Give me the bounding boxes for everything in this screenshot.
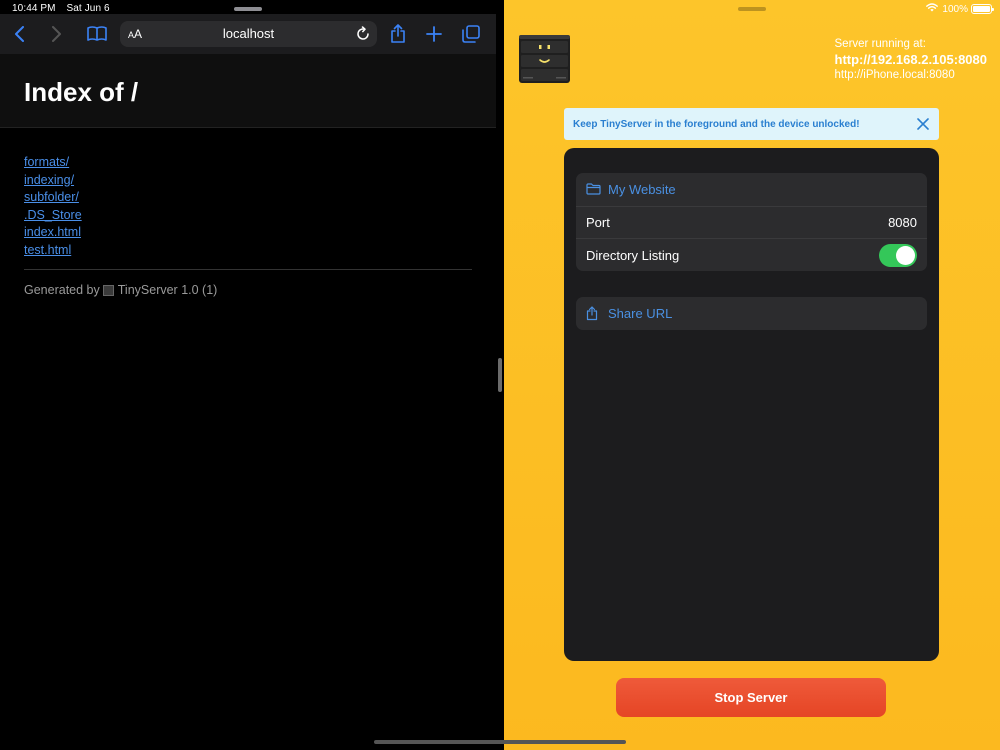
home-indicator (374, 740, 626, 744)
folder-icon (586, 182, 602, 196)
list-item: .DS_Store (24, 206, 82, 224)
status-bar-left: 10:44 PM Sat Jun 6 (12, 3, 110, 14)
list-item: subfolder/ (24, 188, 82, 206)
multitasking-grabber[interactable] (234, 7, 262, 11)
new-tab-icon[interactable] (422, 22, 446, 46)
list-item: indexing/ (24, 171, 82, 189)
battery-percent: 100% (942, 3, 968, 15)
server-info: Server running at: http://192.168.2.105:… (835, 38, 987, 81)
share-group: Share URL (576, 297, 927, 330)
footer-prefix: Generated by (24, 283, 100, 297)
safari-pane: 10:44 PM Sat Jun 6 AA localhost Index of… (0, 0, 496, 750)
primary-server-url: http://192.168.2.105:8080 (834, 52, 987, 67)
stop-server-button[interactable]: Stop Server (616, 678, 886, 717)
reload-icon[interactable] (355, 26, 371, 42)
share-icon[interactable] (386, 22, 410, 46)
tinyserver-pane: 100% Server running at: http://192.168.2… (504, 0, 1000, 750)
battery-icon (971, 4, 994, 14)
settings-panel: My Website Port 8080 Directory Listing S… (564, 148, 939, 661)
tinyserver-logo (518, 33, 571, 85)
multitasking-grabber[interactable] (738, 7, 766, 11)
directory-listing-label: Directory Listing (586, 247, 680, 263)
website-folder-row[interactable]: My Website (576, 173, 927, 206)
file-list: formats/ indexing/ subfolder/ .DS_Store … (24, 153, 82, 259)
banner-text: Keep TinyServer in the foreground and th… (573, 119, 860, 130)
directory-listing-row: Directory Listing (576, 238, 927, 271)
directory-listing-toggle[interactable] (879, 243, 917, 267)
port-value: 8080 (888, 215, 917, 231)
tinyserver-mini-logo-icon (102, 284, 114, 296)
status-bar-right: 100% (926, 3, 968, 15)
file-link[interactable]: .DS_Store (24, 208, 82, 222)
server-running-label: Server running at: (834, 38, 926, 50)
list-item: test.html (24, 241, 82, 259)
file-link[interactable]: subfolder/ (24, 190, 79, 204)
foreground-warning-banner: Keep TinyServer in the foreground and th… (564, 108, 939, 140)
file-link[interactable]: test.html (24, 243, 71, 257)
list-item: formats/ (24, 153, 82, 171)
status-time: 10:44 PM (12, 3, 56, 14)
close-icon[interactable] (916, 117, 930, 131)
secondary-server-url: http://iPhone.local:8080 (834, 69, 955, 81)
list-item: index.html (24, 223, 82, 241)
share-url-button[interactable]: Share URL (576, 297, 927, 330)
bookmarks-icon[interactable] (85, 22, 109, 46)
generated-by-footer: Generated by TinyServer 1.0 (1) (24, 283, 217, 297)
tabs-overview-icon[interactable] (459, 22, 483, 46)
port-label: Port (586, 215, 610, 231)
wifi-icon (926, 3, 939, 15)
share-url-label: Share URL (608, 305, 673, 321)
share-icon (586, 306, 602, 320)
forward-icon[interactable] (44, 22, 68, 46)
divider (24, 269, 472, 270)
page-title: Index of / (24, 77, 139, 107)
split-view-divider-handle[interactable] (498, 358, 502, 392)
file-link[interactable]: indexing/ (24, 173, 74, 187)
file-link[interactable]: formats/ (24, 155, 69, 169)
url-text[interactable]: localhost (120, 26, 377, 41)
footer-suffix: TinyServer 1.0 (1) (117, 283, 218, 297)
address-bar[interactable]: AA localhost (120, 21, 377, 47)
status-date: Sat Jun 6 (66, 3, 110, 14)
website-settings-group: My Website Port 8080 Directory Listing (576, 173, 927, 272)
website-name: My Website (608, 181, 676, 197)
port-row[interactable]: Port 8080 (576, 205, 927, 239)
file-link[interactable]: index.html (24, 225, 81, 239)
back-icon[interactable] (8, 22, 32, 46)
